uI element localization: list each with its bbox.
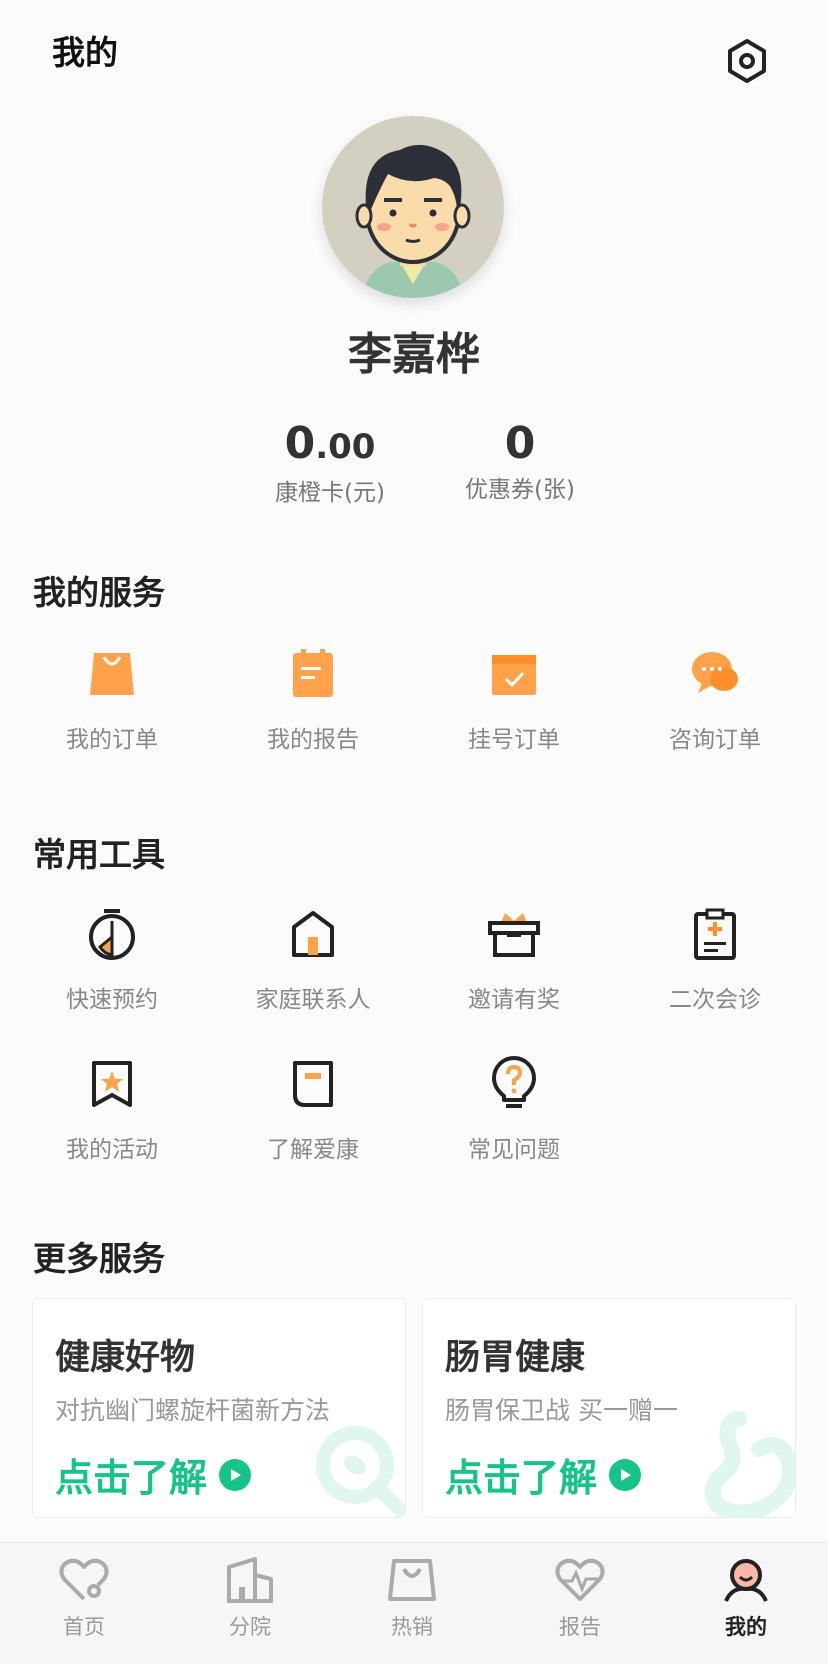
service-label: 我的报告	[267, 727, 359, 753]
coupon-count: 0	[504, 418, 536, 469]
card-balance-value: 0.00	[240, 420, 420, 471]
clipboard-plus-icon	[687, 906, 743, 962]
gear-icon	[728, 39, 766, 83]
tools-section-title: 常用工具	[33, 835, 165, 874]
service-label: 挂号订单	[468, 727, 560, 753]
tool-item-about[interactable]: 了解爱康	[213, 1056, 413, 1164]
home-icon	[285, 906, 341, 962]
bag-icon	[384, 1555, 440, 1605]
star-ribbon-icon	[84, 1056, 140, 1112]
avatar[interactable]	[322, 116, 504, 298]
tool-item-invite[interactable]: 邀请有奖	[414, 906, 614, 1014]
profile-page: 我的 李嘉桦 0.00 康橙卡(元) 0 优惠券(张) 我的服务 我的订单 我的…	[0, 0, 828, 1664]
service-label: 咨询订单	[669, 727, 761, 753]
coupon-label: 优惠券(张)	[465, 477, 575, 503]
settings-button[interactable]	[722, 36, 772, 86]
tag-icon	[285, 1056, 341, 1112]
tool-label: 我的活动	[66, 1137, 158, 1163]
report-icon	[285, 646, 341, 702]
stomach-decoration-icon	[699, 1409, 795, 1517]
building-icon	[222, 1555, 278, 1605]
learn-more-link[interactable]: 点击了解	[445, 1447, 642, 1502]
service-item-reports[interactable]: 我的报告	[213, 646, 413, 754]
tool-item-faq[interactable]: 常见问题	[414, 1056, 614, 1164]
tab-label: 报告	[559, 1615, 601, 1639]
card-balance-stat[interactable]: 0.00 康橙卡(元)	[240, 420, 420, 507]
tool-label: 常见问题	[468, 1137, 560, 1163]
tool-label: 家庭联系人	[255, 987, 371, 1013]
gift-box-icon	[486, 906, 542, 962]
tab-label: 分院	[229, 1615, 271, 1639]
tab-label: 热销	[391, 1615, 433, 1639]
tool-item-family-contacts[interactable]: 家庭联系人	[213, 906, 413, 1014]
tab-mine[interactable]: 我的	[686, 1555, 806, 1641]
tab-home[interactable]: 首页	[24, 1555, 144, 1641]
card-subtitle: 肠胃保卫战 买一赠一	[445, 1396, 678, 1425]
tab-hot-sales[interactable]: 热销	[352, 1555, 472, 1641]
tool-item-second-opinion[interactable]: 二次会诊	[615, 906, 815, 1014]
tab-label: 首页	[63, 1615, 105, 1639]
play-arrow-icon	[219, 1458, 252, 1491]
question-bulb-icon	[486, 1056, 542, 1112]
bacteria-decoration-icon	[313, 1423, 405, 1517]
card-balance-label: 康橙卡(元)	[275, 480, 385, 506]
play-arrow-icon	[609, 1458, 642, 1491]
page-title: 我的	[52, 33, 118, 72]
service-item-orders[interactable]: 我的订单	[12, 646, 212, 754]
tool-item-my-activities[interactable]: 我的活动	[12, 1056, 212, 1164]
heart-pulse-icon	[552, 1555, 608, 1605]
shopping-bag-icon	[84, 646, 140, 702]
user-name: 李嘉桦	[348, 329, 480, 380]
card-subtitle: 对抗幽门螺旋杆菌新方法	[55, 1396, 331, 1425]
cta-label: 点击了解	[55, 1456, 208, 1500]
promo-card-health-goods[interactable]: 健康好物 对抗幽门螺旋杆菌新方法 点击了解	[32, 1298, 406, 1518]
bottom-tab-bar: 首页 分院 热销 报告 我的	[0, 1542, 828, 1664]
more-section-title: 更多服务	[33, 1239, 165, 1278]
card-title: 健康好物	[55, 1338, 196, 1378]
tool-label: 二次会诊	[669, 987, 761, 1013]
card-title: 肠胃健康	[445, 1338, 586, 1378]
tool-label: 快速预约	[66, 987, 158, 1013]
heart-stethoscope-icon	[56, 1555, 112, 1605]
tab-reports[interactable]: 报告	[520, 1555, 640, 1641]
tool-item-quick-booking[interactable]: 快速预约	[12, 906, 212, 1014]
user-icon	[718, 1555, 774, 1605]
card-balance-integer: 0	[284, 418, 316, 469]
stopwatch-icon	[84, 906, 140, 962]
learn-more-link[interactable]: 点击了解	[55, 1447, 252, 1502]
tool-label: 了解爱康	[267, 1137, 359, 1163]
tool-label: 邀请有奖	[468, 987, 560, 1013]
service-item-registration[interactable]: 挂号订单	[414, 646, 614, 754]
chat-icon	[687, 646, 743, 702]
card-balance-decimal: .00	[315, 427, 376, 467]
services-section-title: 我的服务	[33, 573, 165, 612]
service-item-consult[interactable]: 咨询订单	[615, 646, 815, 754]
tab-branches[interactable]: 分院	[190, 1555, 310, 1641]
coupon-stat[interactable]: 0 优惠券(张)	[430, 420, 610, 504]
cta-label: 点击了解	[445, 1456, 598, 1500]
calendar-icon	[486, 646, 542, 702]
service-label: 我的订单	[66, 727, 158, 753]
tab-label: 我的	[725, 1615, 767, 1639]
promo-card-gut-health[interactable]: 肠胃健康 肠胃保卫战 买一赠一 点击了解	[422, 1298, 796, 1518]
